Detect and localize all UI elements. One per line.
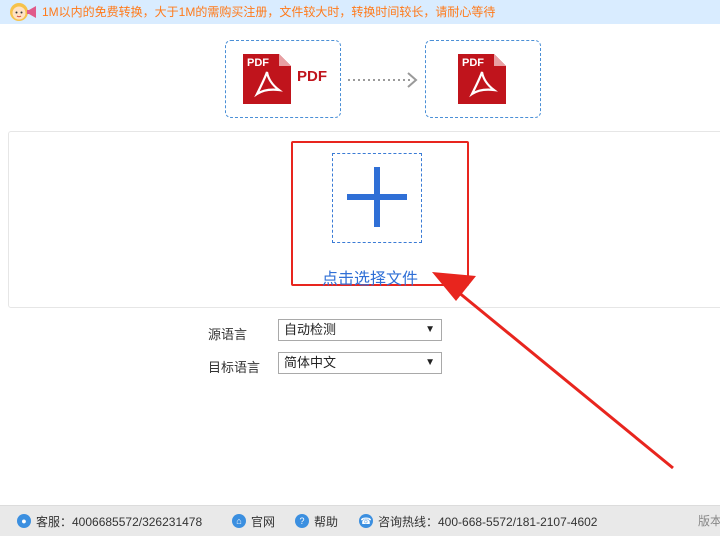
target-language-value: 简体中文 — [284, 355, 337, 370]
free-conversion-notice: 1M以内的免费转换，大于1M的需购买注册，文件较大时，转换时间较长，请耐心等待 — [42, 5, 496, 19]
source-language-value: 自动检测 — [284, 322, 337, 337]
phone-icon: ☎ — [359, 514, 373, 528]
target-doc-label: PDF — [462, 57, 484, 69]
customer-service-label: 客服：4006685572/326231478 — [36, 514, 203, 529]
website-link[interactable]: ⌂ 官网 — [232, 506, 275, 536]
page: 1M以内的免费转换，大于1M的需购买注册，文件较大时，转换时间较长，请耐心等待 … — [0, 0, 720, 536]
dropdown-arrow-icon: ▼ — [425, 357, 435, 368]
dropdown-arrow-icon: ▼ — [425, 324, 435, 335]
plus-icon-vertical — [374, 167, 380, 227]
hotline-label: 咨询热线：400-668-5572/181-2107-4602 — [378, 514, 598, 529]
notice-bar: 1M以内的免费转换，大于1M的需购买注册，文件较大时，转换时间较长，请耐心等待 — [0, 0, 720, 24]
choose-file-link[interactable]: 点击选择文件 — [322, 265, 418, 289]
girl-megaphone-icon — [0, 0, 42, 24]
website-label: 官网 — [251, 514, 276, 529]
target-language-select[interactable]: 简体中文 ▼ — [278, 352, 442, 374]
source-format-box: PDF PDF — [225, 40, 341, 118]
add-file-button[interactable] — [332, 153, 422, 243]
help-label: 帮助 — [314, 514, 339, 529]
qq-icon: ● — [17, 514, 31, 528]
conversion-arrow-icon — [348, 72, 418, 88]
source-language-select[interactable]: 自动检测 ▼ — [278, 319, 442, 341]
footer-bar: ● 客服：4006685572/326231478 ⌂ 官网 ? 帮助 ☎ 咨询… — [0, 505, 720, 536]
help-icon: ? — [295, 514, 309, 528]
customer-service[interactable]: ● 客服：4006685572/326231478 — [17, 506, 202, 536]
hotline: ☎ 咨询热线：400-668-5572/181-2107-4602 — [359, 506, 597, 536]
source-doc-label: PDF — [247, 57, 269, 69]
version-label: 版本 — [698, 514, 720, 528]
source-language-label: 源语言 — [208, 327, 248, 342]
help-link[interactable]: ? 帮助 — [295, 506, 338, 536]
target-language-label: 目标语言 — [208, 360, 261, 375]
home-icon: ⌂ — [232, 514, 246, 528]
source-format-tag: PDF — [297, 68, 327, 85]
target-format-box: PDF — [425, 40, 541, 118]
